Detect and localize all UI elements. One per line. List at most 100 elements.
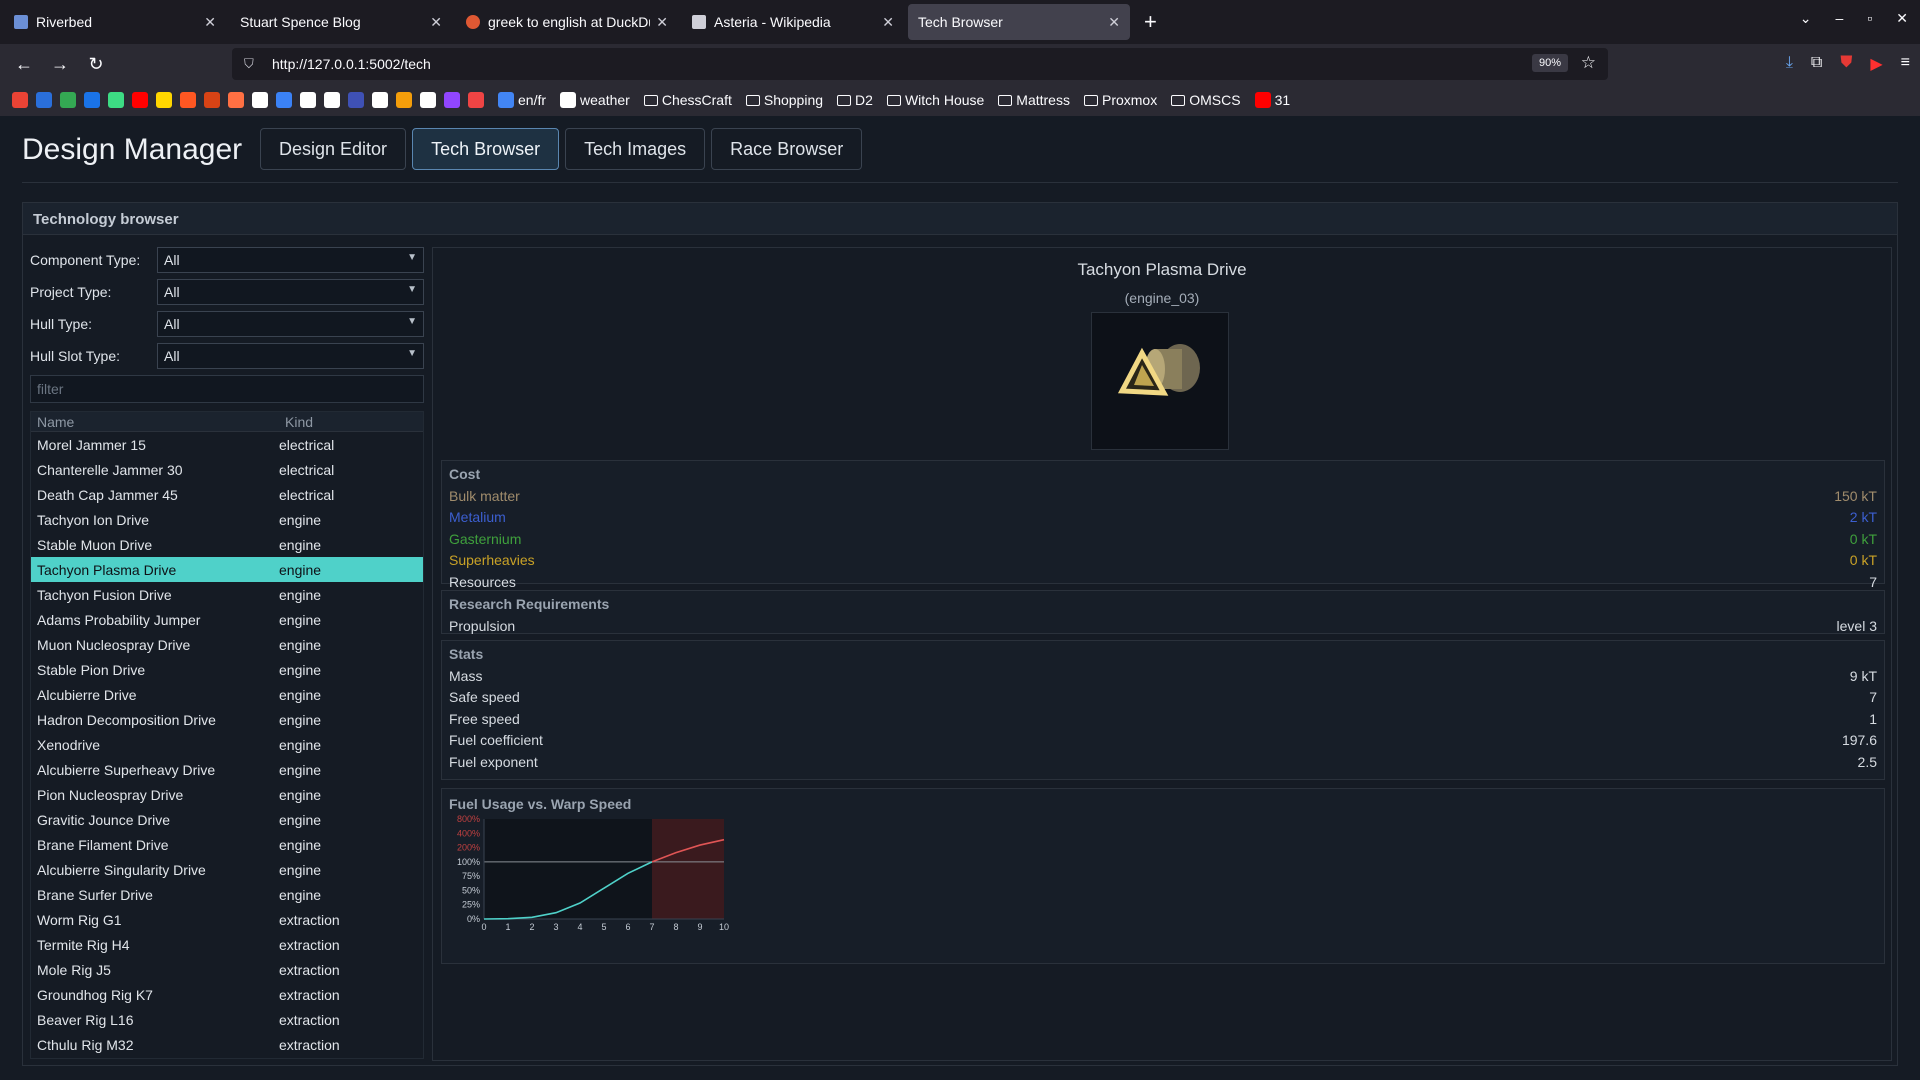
table-row[interactable]: Worm Rig G1 extraction (31, 907, 423, 932)
cost-card: Cost Bulk matter 150 kT Metalium 2 kT Gaster… (441, 460, 1885, 611)
select-value: All (164, 284, 180, 300)
ublock-icon[interactable]: ⛊ (1840, 54, 1852, 74)
zoom-badge[interactable]: 90% (1531, 54, 1568, 72)
table-row[interactable]: Death Cap Jammer 45 electrical (31, 482, 423, 507)
bookmark-favicon-icon[interactable] (324, 92, 340, 108)
table-row[interactable]: Muon Nucleospray Drive engine (31, 632, 423, 657)
table-row[interactable]: Pion Nucleospray Drive engine (31, 782, 423, 807)
bookmark-favicon-icon[interactable] (132, 92, 148, 108)
download-icon[interactable]: ⤓ (1786, 54, 1793, 74)
table-row[interactable]: Morel Jammer 15 electrical (31, 432, 423, 457)
bookmark-favicon-icon[interactable] (348, 92, 364, 108)
component-type-select[interactable]: All ▼ (157, 247, 424, 273)
bookmark-folder[interactable]: ChessCraft (643, 92, 732, 108)
minimize-icon[interactable]: – (1836, 10, 1844, 27)
close-tab-icon[interactable]: ✕ (1108, 14, 1120, 31)
extensions-icon[interactable]: ⧉ (1811, 54, 1822, 74)
bookmark-favicon-icon[interactable] (372, 92, 388, 108)
filter-input[interactable]: filter (30, 375, 424, 403)
tab-list-icon[interactable]: ⌄ (1800, 10, 1812, 27)
new-tab-icon[interactable]: + (1144, 9, 1157, 35)
browser-tab[interactable]: Asteria - Wikipedia ✕ (682, 4, 904, 40)
bookmark-favicon-icon[interactable] (420, 92, 436, 108)
url-bar[interactable]: ⛉ http://127.0.0.1:5002/tech 90% ☆ (232, 48, 1608, 80)
bookmark-favicon-icon[interactable] (84, 92, 100, 108)
tab-title: greek to english at DuckDu (488, 14, 651, 30)
bookmark-favicon-icon[interactable] (180, 92, 196, 108)
close-window-icon[interactable]: ✕ (1896, 10, 1908, 27)
table-row[interactable]: Cthulu Rig M32 extraction (31, 1032, 423, 1057)
bookmark-favicon-icon[interactable] (12, 92, 28, 108)
table-row[interactable]: Beaver Rig L16 extraction (31, 1007, 423, 1032)
table-row[interactable]: Xenodrive engine (31, 732, 423, 757)
bookmark-star-icon[interactable]: ☆ (1581, 53, 1596, 73)
browser-tab[interactable]: greek to english at DuckDu ✕ (456, 4, 678, 40)
table-row[interactable]: Alcubierre Singularity Drive engine (31, 857, 423, 882)
table-row[interactable]: Groundhog Rig K7 extraction (31, 982, 423, 1007)
tab-tech-images[interactable]: Tech Images (565, 128, 706, 170)
table-row-selected[interactable]: Tachyon Plasma Drive engine (31, 557, 423, 582)
bookmark-favicon-icon[interactable] (156, 92, 172, 108)
youtube-ext-icon[interactable]: ▶ (1870, 54, 1882, 74)
menu-icon[interactable]: ≡ (1901, 54, 1910, 74)
table-row[interactable]: Alcubierre Drive engine (31, 682, 423, 707)
bookmark-favicon-icon[interactable] (228, 92, 244, 108)
table-row[interactable]: Chanterelle Jammer 30 electrical (31, 457, 423, 482)
browser-tab[interactable]: Riverbed ✕ (4, 4, 226, 40)
bookmark-folder[interactable]: Shopping (745, 92, 823, 108)
table-row[interactable]: Hadron Decomposition Drive engine (31, 707, 423, 732)
bookmark-label: OMSCS (1189, 92, 1241, 108)
bookmark-favicon-icon[interactable] (36, 92, 52, 108)
bookmark-favicon-icon[interactable] (300, 92, 316, 108)
table-row[interactable]: Tachyon Ion Drive engine (31, 507, 423, 532)
maximize-icon[interactable]: ▫ (1867, 10, 1872, 27)
x-tick-label: 9 (697, 922, 702, 932)
table-row[interactable]: Gravitic Jounce Drive engine (31, 807, 423, 832)
close-tab-icon[interactable]: ✕ (204, 14, 216, 31)
bookmark-item[interactable]: en/fr (498, 92, 546, 108)
table-row[interactable]: Tachyon Fusion Drive engine (31, 582, 423, 607)
cell-kind: engine (279, 761, 322, 778)
browser-tab-active[interactable]: Tech Browser ✕ (908, 4, 1130, 40)
bookmark-item[interactable]: 31 (1254, 92, 1290, 108)
bookmark-folder[interactable]: Witch House (886, 92, 984, 108)
column-header-name[interactable]: Name (31, 412, 279, 431)
bookmark-item[interactable]: weather (560, 92, 630, 108)
cell-kind: engine (279, 636, 322, 653)
close-tab-icon[interactable]: ✕ (430, 14, 442, 31)
close-tab-icon[interactable]: ✕ (656, 14, 668, 31)
bookmark-favicon-icon[interactable] (108, 92, 124, 108)
close-tab-icon[interactable]: ✕ (882, 14, 894, 31)
forward-icon[interactable]: → (42, 54, 78, 75)
table-row[interactable]: Brane Filament Drive engine (31, 832, 423, 857)
column-header-kind[interactable]: Kind (279, 412, 423, 431)
bookmark-folder[interactable]: Mattress (998, 92, 1070, 108)
reload-icon[interactable]: ↻ (78, 54, 114, 75)
bookmark-favicon-icon[interactable] (396, 92, 412, 108)
bookmark-folder[interactable]: Proxmox (1083, 92, 1157, 108)
tab-race-browser[interactable]: Race Browser (711, 128, 863, 170)
bookmark-favicon-icon[interactable] (468, 92, 484, 108)
table-row[interactable]: Brane Surfer Drive engine (31, 882, 423, 907)
table-row[interactable]: Stable Muon Drive engine (31, 532, 423, 557)
bookmark-favicon-icon[interactable] (204, 92, 220, 108)
tab-design-editor[interactable]: Design Editor (260, 128, 407, 170)
table-row[interactable]: Mole Rig J5 extraction (31, 957, 423, 982)
table-row[interactable]: Adams Probability Jumper engine (31, 607, 423, 632)
hull-type-select[interactable]: All ▼ (157, 311, 424, 337)
bookmark-folder[interactable]: D2 (837, 92, 873, 108)
browser-tab[interactable]: Stuart Spence Blog ✕ (230, 4, 452, 40)
project-type-select[interactable]: All ▼ (157, 279, 424, 305)
bookmark-favicon-icon[interactable] (252, 92, 268, 108)
table-row[interactable]: Termite Rig H4 extraction (31, 932, 423, 957)
back-icon[interactable]: ← (6, 54, 42, 75)
bookmark-favicon-icon[interactable] (444, 92, 460, 108)
bookmark-favicon-icon[interactable] (60, 92, 76, 108)
page-title: Design Manager (22, 133, 243, 166)
bookmark-folder[interactable]: OMSCS (1171, 92, 1241, 108)
hull-slot-type-select[interactable]: All ▼ (157, 343, 424, 369)
table-row[interactable]: Alcubierre Superheavy Drive engine (31, 757, 423, 782)
tab-tech-browser[interactable]: Tech Browser (412, 128, 560, 170)
table-row[interactable]: Stable Pion Drive engine (31, 657, 423, 682)
bookmark-favicon-icon[interactable] (276, 92, 292, 108)
